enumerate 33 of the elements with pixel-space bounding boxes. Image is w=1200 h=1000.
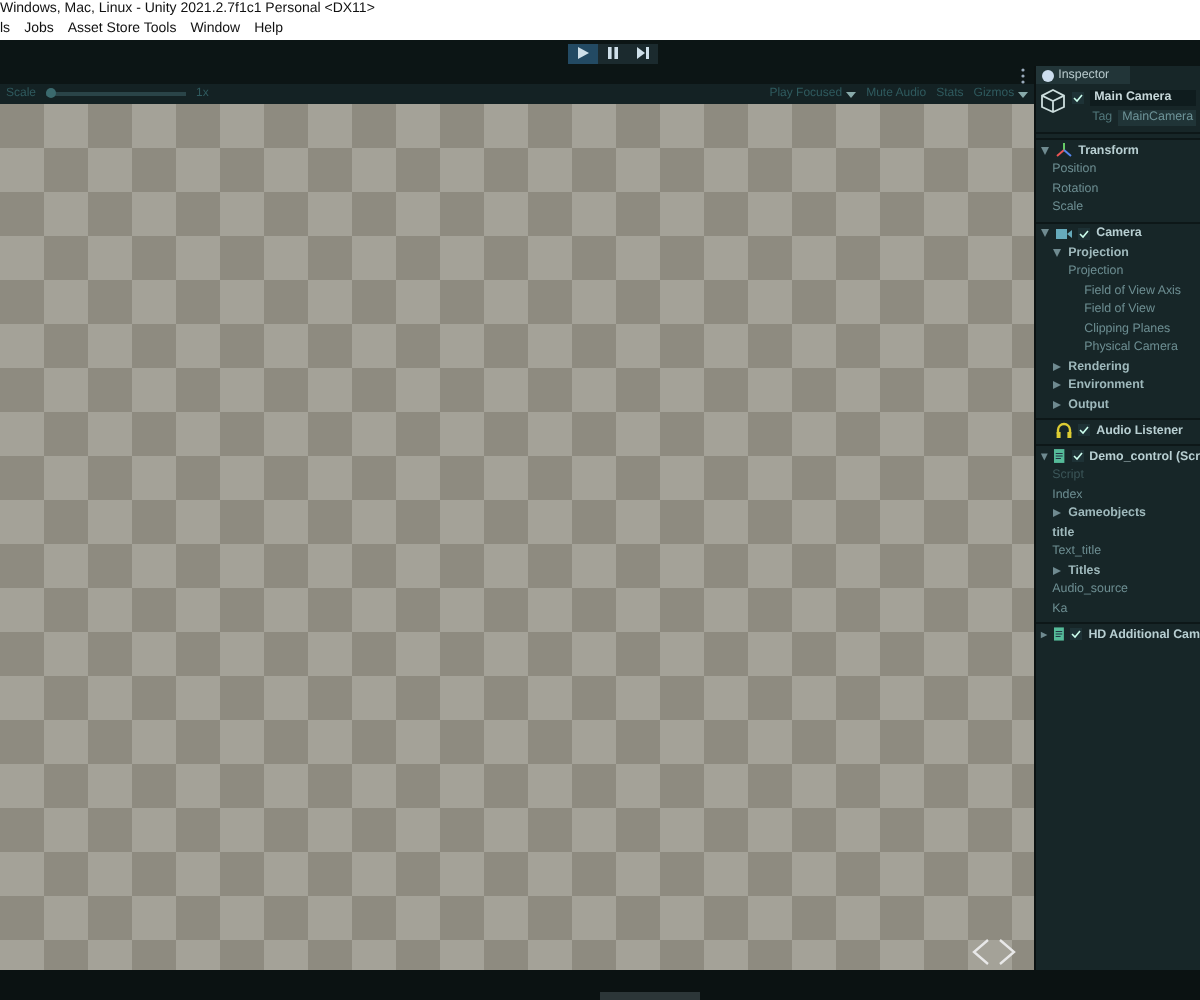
chevrons-icon[interactable] xyxy=(970,938,1019,966)
script-icon xyxy=(1054,448,1066,464)
play-icon xyxy=(575,46,589,60)
pause-icon xyxy=(605,46,619,60)
foldout-arrow-icon[interactable] xyxy=(1052,565,1063,576)
step-icon xyxy=(635,46,649,60)
play-button[interactable] xyxy=(567,43,597,63)
enabled-checkbox[interactable] xyxy=(1070,628,1083,640)
foldout-arrow-icon[interactable] xyxy=(1040,228,1051,238)
foldout-arrow-icon[interactable] xyxy=(1052,361,1063,372)
enabled-checkbox[interactable] xyxy=(1078,227,1091,239)
caret-icon xyxy=(1018,91,1029,97)
pause-button[interactable] xyxy=(597,43,627,63)
enabled-checkbox[interactable] xyxy=(1078,424,1091,436)
headphones-icon xyxy=(1056,422,1073,438)
enabled-checkbox[interactable] xyxy=(1071,450,1084,462)
scrollbar-thumb[interactable] xyxy=(600,992,700,1000)
camera-icon xyxy=(1056,227,1073,239)
axes-icon xyxy=(1056,142,1073,158)
foldout-arrow-icon[interactable] xyxy=(1039,451,1050,461)
foldout-arrow-icon[interactable] xyxy=(1040,145,1051,155)
caret-icon xyxy=(846,91,857,97)
script-icon xyxy=(1054,626,1065,642)
foldout-arrow-icon[interactable] xyxy=(1052,247,1063,258)
foldout-arrow-icon[interactable] xyxy=(1052,399,1063,410)
info-icon xyxy=(1042,69,1055,81)
foldout-arrow-icon[interactable] xyxy=(1040,629,1049,639)
more-options-icon[interactable] xyxy=(1020,67,1027,83)
foldout-arrow-icon[interactable] xyxy=(1052,380,1063,391)
foldout-arrow-icon[interactable] xyxy=(1052,508,1063,519)
cube-icon xyxy=(1040,88,1067,114)
active-checkbox[interactable] xyxy=(1072,91,1085,103)
step-button[interactable] xyxy=(627,43,657,63)
